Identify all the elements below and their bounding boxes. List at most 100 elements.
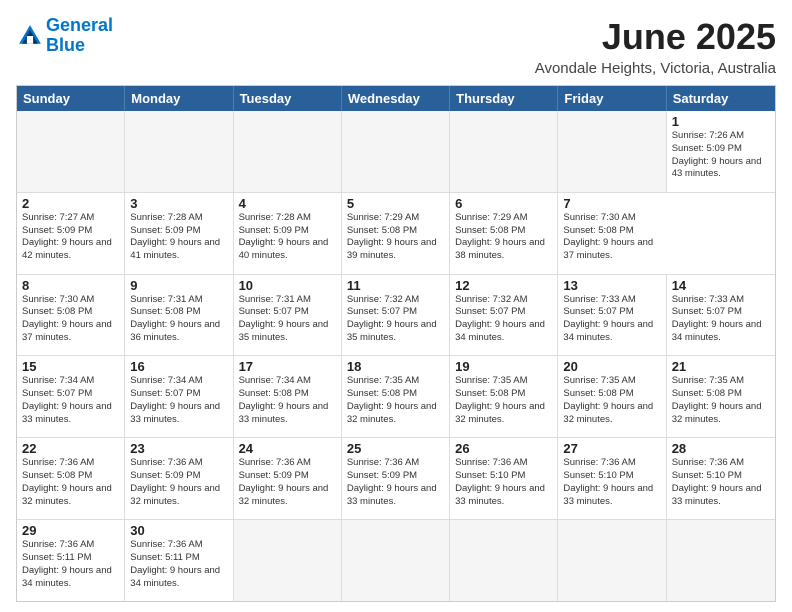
day-number: 15 bbox=[22, 359, 119, 374]
header: General Blue June 2025 Avondale Heights,… bbox=[16, 16, 776, 77]
day-info: Sunrise: 7:27 AMSunset: 5:09 PMDaylight:… bbox=[22, 212, 119, 263]
day-cell-25: 25Sunrise: 7:36 AMSunset: 5:09 PMDayligh… bbox=[342, 438, 450, 519]
day-info: Sunrise: 7:35 AMSunset: 5:08 PMDaylight:… bbox=[347, 375, 444, 426]
calendar-row-1: 2Sunrise: 7:27 AMSunset: 5:09 PMDaylight… bbox=[17, 192, 775, 274]
header-cell-friday: Friday bbox=[558, 86, 666, 111]
day-info: Sunrise: 7:34 AMSunset: 5:07 PMDaylight:… bbox=[130, 375, 227, 426]
day-number: 12 bbox=[455, 278, 552, 293]
day-number: 4 bbox=[239, 196, 336, 211]
day-cell-22: 22Sunrise: 7:36 AMSunset: 5:08 PMDayligh… bbox=[17, 438, 125, 519]
day-number: 14 bbox=[672, 278, 770, 293]
day-info: Sunrise: 7:29 AMSunset: 5:08 PMDaylight:… bbox=[347, 212, 444, 263]
day-number: 20 bbox=[563, 359, 660, 374]
calendar-row-3: 15Sunrise: 7:34 AMSunset: 5:07 PMDayligh… bbox=[17, 355, 775, 437]
day-info: Sunrise: 7:30 AMSunset: 5:08 PMDaylight:… bbox=[22, 294, 119, 345]
day-info: Sunrise: 7:36 AMSunset: 5:09 PMDaylight:… bbox=[347, 457, 444, 508]
day-info: Sunrise: 7:26 AMSunset: 5:09 PMDaylight:… bbox=[672, 130, 770, 181]
calendar-header: SundayMondayTuesdayWednesdayThursdayFrid… bbox=[17, 86, 775, 111]
day-cell-5: 5Sunrise: 7:29 AMSunset: 5:08 PMDaylight… bbox=[342, 193, 450, 274]
day-info: Sunrise: 7:28 AMSunset: 5:09 PMDaylight:… bbox=[239, 212, 336, 263]
day-cell-15: 15Sunrise: 7:34 AMSunset: 5:07 PMDayligh… bbox=[17, 356, 125, 437]
header-cell-tuesday: Tuesday bbox=[234, 86, 342, 111]
day-info: Sunrise: 7:28 AMSunset: 5:09 PMDaylight:… bbox=[130, 212, 227, 263]
day-info: Sunrise: 7:34 AMSunset: 5:08 PMDaylight:… bbox=[239, 375, 336, 426]
day-number: 27 bbox=[563, 441, 660, 456]
header-cell-wednesday: Wednesday bbox=[342, 86, 450, 111]
day-info: Sunrise: 7:33 AMSunset: 5:07 PMDaylight:… bbox=[563, 294, 660, 345]
day-number: 13 bbox=[563, 278, 660, 293]
calendar-row-0: 1Sunrise: 7:26 AMSunset: 5:09 PMDaylight… bbox=[17, 111, 775, 192]
header-cell-monday: Monday bbox=[125, 86, 233, 111]
day-info: Sunrise: 7:33 AMSunset: 5:07 PMDaylight:… bbox=[672, 294, 770, 345]
day-number: 26 bbox=[455, 441, 552, 456]
empty-cell bbox=[125, 111, 233, 192]
day-number: 16 bbox=[130, 359, 227, 374]
calendar-body: 1Sunrise: 7:26 AMSunset: 5:09 PMDaylight… bbox=[17, 111, 775, 601]
calendar-row-5: 29Sunrise: 7:36 AMSunset: 5:11 PMDayligh… bbox=[17, 519, 775, 601]
day-number: 23 bbox=[130, 441, 227, 456]
empty-cell bbox=[450, 520, 558, 601]
day-number: 8 bbox=[22, 278, 119, 293]
day-info: Sunrise: 7:36 AMSunset: 5:11 PMDaylight:… bbox=[22, 539, 119, 590]
day-info: Sunrise: 7:34 AMSunset: 5:07 PMDaylight:… bbox=[22, 375, 119, 426]
day-number: 25 bbox=[347, 441, 444, 456]
day-info: Sunrise: 7:36 AMSunset: 5:09 PMDaylight:… bbox=[239, 457, 336, 508]
day-cell-29: 29Sunrise: 7:36 AMSunset: 5:11 PMDayligh… bbox=[17, 520, 125, 601]
day-cell-28: 28Sunrise: 7:36 AMSunset: 5:10 PMDayligh… bbox=[667, 438, 775, 519]
day-number: 30 bbox=[130, 523, 227, 538]
empty-cell bbox=[234, 111, 342, 192]
empty-cell bbox=[342, 111, 450, 192]
day-number: 6 bbox=[455, 196, 552, 211]
day-number: 19 bbox=[455, 359, 552, 374]
day-number: 2 bbox=[22, 196, 119, 211]
day-number: 29 bbox=[22, 523, 119, 538]
logo-text: General Blue bbox=[46, 16, 113, 56]
day-cell-7: 7Sunrise: 7:30 AMSunset: 5:08 PMDaylight… bbox=[558, 193, 666, 274]
day-info: Sunrise: 7:36 AMSunset: 5:11 PMDaylight:… bbox=[130, 539, 227, 590]
day-number: 22 bbox=[22, 441, 119, 456]
day-cell-17: 17Sunrise: 7:34 AMSunset: 5:08 PMDayligh… bbox=[234, 356, 342, 437]
day-info: Sunrise: 7:31 AMSunset: 5:07 PMDaylight:… bbox=[239, 294, 336, 345]
day-cell-16: 16Sunrise: 7:34 AMSunset: 5:07 PMDayligh… bbox=[125, 356, 233, 437]
day-cell-18: 18Sunrise: 7:35 AMSunset: 5:08 PMDayligh… bbox=[342, 356, 450, 437]
day-info: Sunrise: 7:35 AMSunset: 5:08 PMDaylight:… bbox=[455, 375, 552, 426]
empty-cell bbox=[558, 520, 666, 601]
page: General Blue June 2025 Avondale Heights,… bbox=[0, 0, 792, 612]
month-title: June 2025 bbox=[535, 16, 776, 58]
day-info: Sunrise: 7:29 AMSunset: 5:08 PMDaylight:… bbox=[455, 212, 552, 263]
header-cell-saturday: Saturday bbox=[667, 86, 775, 111]
empty-cell bbox=[450, 111, 558, 192]
day-info: Sunrise: 7:31 AMSunset: 5:08 PMDaylight:… bbox=[130, 294, 227, 345]
logo: General Blue bbox=[16, 16, 113, 56]
day-number: 18 bbox=[347, 359, 444, 374]
day-cell-12: 12Sunrise: 7:32 AMSunset: 5:07 PMDayligh… bbox=[450, 275, 558, 356]
day-info: Sunrise: 7:36 AMSunset: 5:10 PMDaylight:… bbox=[455, 457, 552, 508]
day-cell-26: 26Sunrise: 7:36 AMSunset: 5:10 PMDayligh… bbox=[450, 438, 558, 519]
day-number: 3 bbox=[130, 196, 227, 211]
day-info: Sunrise: 7:36 AMSunset: 5:10 PMDaylight:… bbox=[672, 457, 770, 508]
header-cell-thursday: Thursday bbox=[450, 86, 558, 111]
day-number: 7 bbox=[563, 196, 661, 211]
day-number: 5 bbox=[347, 196, 444, 211]
day-cell-3: 3Sunrise: 7:28 AMSunset: 5:09 PMDaylight… bbox=[125, 193, 233, 274]
day-info: Sunrise: 7:35 AMSunset: 5:08 PMDaylight:… bbox=[563, 375, 660, 426]
empty-cell bbox=[558, 111, 666, 192]
day-cell-19: 19Sunrise: 7:35 AMSunset: 5:08 PMDayligh… bbox=[450, 356, 558, 437]
day-cell-24: 24Sunrise: 7:36 AMSunset: 5:09 PMDayligh… bbox=[234, 438, 342, 519]
day-cell-4: 4Sunrise: 7:28 AMSunset: 5:09 PMDaylight… bbox=[234, 193, 342, 274]
calendar-row-4: 22Sunrise: 7:36 AMSunset: 5:08 PMDayligh… bbox=[17, 437, 775, 519]
empty-cell bbox=[342, 520, 450, 601]
day-cell-30: 30Sunrise: 7:36 AMSunset: 5:11 PMDayligh… bbox=[125, 520, 233, 601]
day-number: 11 bbox=[347, 278, 444, 293]
day-number: 17 bbox=[239, 359, 336, 374]
title-block: June 2025 Avondale Heights, Victoria, Au… bbox=[535, 16, 776, 77]
calendar: SundayMondayTuesdayWednesdayThursdayFrid… bbox=[16, 85, 776, 602]
day-cell-10: 10Sunrise: 7:31 AMSunset: 5:07 PMDayligh… bbox=[234, 275, 342, 356]
day-number: 10 bbox=[239, 278, 336, 293]
day-info: Sunrise: 7:36 AMSunset: 5:10 PMDaylight:… bbox=[563, 457, 660, 508]
day-cell-9: 9Sunrise: 7:31 AMSunset: 5:08 PMDaylight… bbox=[125, 275, 233, 356]
day-number: 1 bbox=[672, 114, 770, 129]
day-number: 9 bbox=[130, 278, 227, 293]
day-info: Sunrise: 7:30 AMSunset: 5:08 PMDaylight:… bbox=[563, 212, 661, 263]
day-number: 28 bbox=[672, 441, 770, 456]
